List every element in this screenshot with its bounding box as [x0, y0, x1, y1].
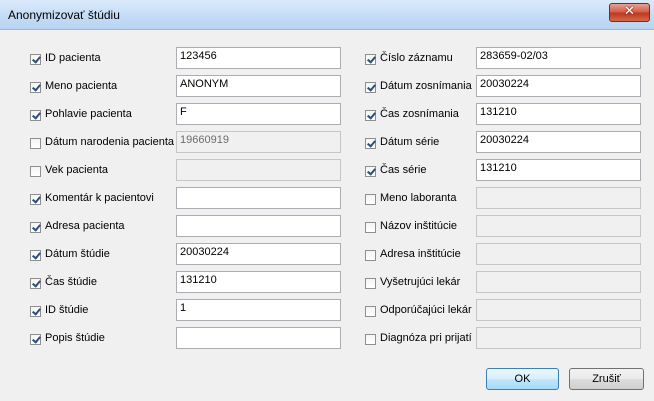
id-studie-field[interactable]: 1	[176, 299, 341, 321]
ok-button[interactable]: OK	[486, 368, 559, 390]
cas-zosnimania-field[interactable]: 131210	[476, 103, 641, 125]
cislo-zaznamu-field[interactable]: 283659-02/03	[476, 47, 641, 69]
adresa-pacienta-checkbox[interactable]	[30, 222, 41, 233]
meno-pacienta-field[interactable]: ANONYM	[176, 75, 341, 97]
adresa-pacienta-label[interactable]: Adresa pacienta	[45, 220, 125, 232]
datum-narodenia-pacienta-field[interactable]: 19660919	[176, 131, 341, 153]
id-pacienta-label[interactable]: ID pacienta	[45, 52, 101, 64]
meno-laboranta-field[interactable]	[476, 187, 641, 209]
id-studie-label[interactable]: ID štúdie	[45, 304, 88, 316]
diagnoza-pri-prijati-checkbox[interactable]	[365, 334, 376, 345]
komentar-k-pacientovi-checkbox[interactable]	[30, 194, 41, 205]
datum-studie-checkbox[interactable]	[30, 250, 41, 261]
cislo-zaznamu-label[interactable]: Číslo záznamu	[380, 52, 453, 64]
vysetrujuci-lekar-label[interactable]: Vyšetrujúci lekár	[380, 276, 460, 288]
cas-zosnimania-label[interactable]: Čas zosnímania	[380, 108, 459, 120]
meno-pacienta-label[interactable]: Meno pacienta	[45, 80, 117, 92]
meno-laboranta-label[interactable]: Meno laboranta	[380, 192, 456, 204]
id-pacienta-field[interactable]: 123456	[176, 47, 341, 69]
close-button[interactable]: ✕	[609, 3, 650, 22]
adresa-pacienta-field[interactable]	[176, 215, 341, 237]
meno-pacienta-checkbox[interactable]	[30, 82, 41, 93]
cas-studie-field[interactable]: 131210	[176, 271, 341, 293]
diagnoza-pri-prijati-field[interactable]	[476, 327, 641, 349]
diagnoza-pri-prijati-label[interactable]: Diagnóza pri prijatí	[380, 332, 472, 344]
id-pacienta-checkbox[interactable]	[30, 54, 41, 65]
popis-studie-checkbox[interactable]	[30, 334, 41, 345]
datum-zosnimania-checkbox[interactable]	[365, 82, 376, 93]
datum-serie-label[interactable]: Dátum série	[380, 136, 439, 148]
cas-serie-label[interactable]: Čas série	[380, 164, 426, 176]
adresa-institucie-field[interactable]	[476, 243, 641, 265]
datum-studie-label[interactable]: Dátum štúdie	[45, 248, 110, 260]
odporucajuci-lekar-label[interactable]: Odporúčajúci lekár	[380, 304, 472, 316]
datum-zosnimania-field[interactable]: 20030224	[476, 75, 641, 97]
datum-studie-field[interactable]: 20030224	[176, 243, 341, 265]
popis-studie-field[interactable]	[176, 327, 341, 349]
datum-narodenia-pacienta-checkbox[interactable]	[30, 138, 41, 149]
vek-pacienta-label[interactable]: Vek pacienta	[45, 164, 108, 176]
datum-zosnimania-label[interactable]: Dátum zosnímania	[380, 80, 472, 92]
komentar-k-pacientovi-label[interactable]: Komentár k pacientovi	[45, 192, 154, 204]
datum-serie-checkbox[interactable]	[365, 138, 376, 149]
cas-serie-checkbox[interactable]	[365, 166, 376, 177]
nazov-institucie-checkbox[interactable]	[365, 222, 376, 233]
cas-serie-field[interactable]: 131210	[476, 159, 641, 181]
odporucajuci-lekar-checkbox[interactable]	[365, 306, 376, 317]
vysetrujuci-lekar-checkbox[interactable]	[365, 278, 376, 289]
vysetrujuci-lekar-field[interactable]	[476, 271, 641, 293]
dialog-body: OK Zrušiť ID pacienta 123456 Meno pacienta…	[0, 30, 654, 401]
cislo-zaznamu-checkbox[interactable]	[365, 54, 376, 65]
vek-pacienta-checkbox[interactable]	[30, 166, 41, 177]
popis-studie-label[interactable]: Popis štúdie	[45, 332, 105, 344]
odporucajuci-lekar-field[interactable]	[476, 299, 641, 321]
meno-laboranta-checkbox[interactable]	[365, 194, 376, 205]
anonymize-study-dialog: Anonymizovať štúdiu ✕ OK Zrušiť ID pacie…	[0, 0, 654, 401]
cas-studie-label[interactable]: Čas štúdie	[45, 276, 97, 288]
cas-zosnimania-checkbox[interactable]	[365, 110, 376, 121]
adresa-institucie-checkbox[interactable]	[365, 250, 376, 261]
close-icon: ✕	[624, 4, 635, 19]
pohlavie-pacienta-label[interactable]: Pohlavie pacienta	[45, 108, 132, 120]
title-bar: Anonymizovať štúdiu ✕	[0, 0, 654, 30]
pohlavie-pacienta-checkbox[interactable]	[30, 110, 41, 121]
window-title: Anonymizovať štúdiu	[8, 8, 120, 22]
adresa-institucie-label[interactable]: Adresa inštitúcie	[380, 248, 461, 260]
id-studie-checkbox[interactable]	[30, 306, 41, 317]
nazov-institucie-field[interactable]	[476, 215, 641, 237]
komentar-k-pacientovi-field[interactable]	[176, 187, 341, 209]
cas-studie-checkbox[interactable]	[30, 278, 41, 289]
cancel-button[interactable]: Zrušiť	[569, 368, 644, 390]
pohlavie-pacienta-field[interactable]: F	[176, 103, 341, 125]
datum-serie-field[interactable]: 20030224	[476, 131, 641, 153]
datum-narodenia-pacienta-label[interactable]: Dátum narodenia pacienta	[45, 136, 174, 148]
vek-pacienta-field[interactable]	[176, 159, 341, 181]
nazov-institucie-label[interactable]: Názov inštitúcie	[380, 220, 457, 232]
